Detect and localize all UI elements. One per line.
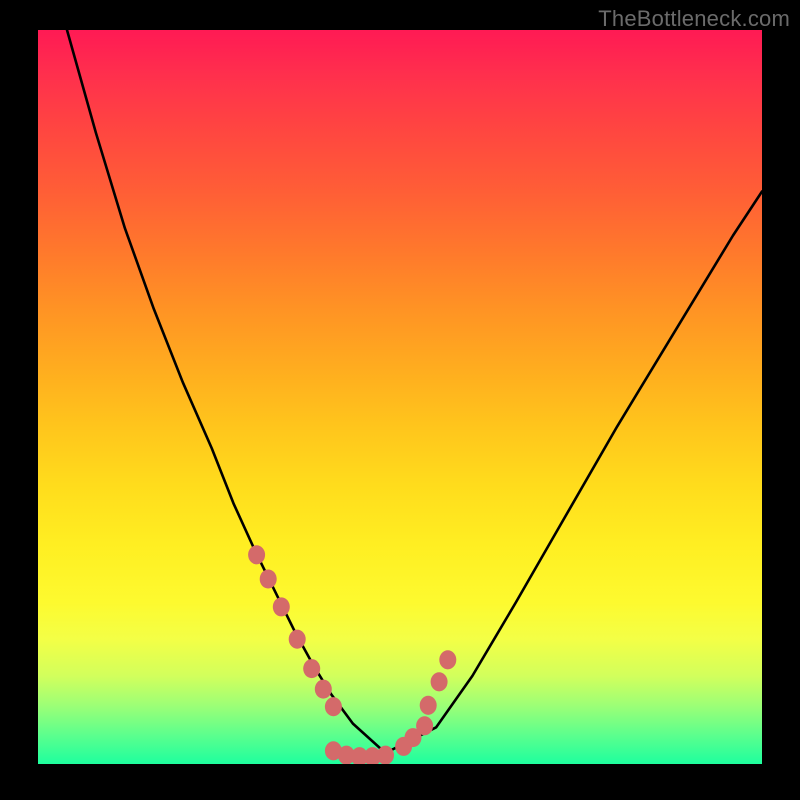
- watermark-text: TheBottleneck.com: [598, 6, 790, 32]
- marker-group: [248, 545, 456, 764]
- marker-dot: [273, 597, 290, 616]
- marker-dot: [289, 630, 306, 649]
- marker-dot: [325, 697, 342, 716]
- marker-dot: [431, 672, 448, 691]
- plot-area: [38, 30, 762, 764]
- marker-dot: [377, 746, 394, 764]
- bottleneck-curve: [67, 30, 762, 753]
- curve-svg: [38, 30, 762, 764]
- marker-dot: [416, 716, 433, 735]
- marker-dot: [439, 650, 456, 669]
- marker-dot: [248, 545, 265, 564]
- marker-dot: [315, 680, 332, 699]
- marker-dot: [420, 696, 437, 715]
- marker-dot: [303, 659, 320, 678]
- marker-dot: [260, 569, 277, 588]
- chart-frame: TheBottleneck.com: [0, 0, 800, 800]
